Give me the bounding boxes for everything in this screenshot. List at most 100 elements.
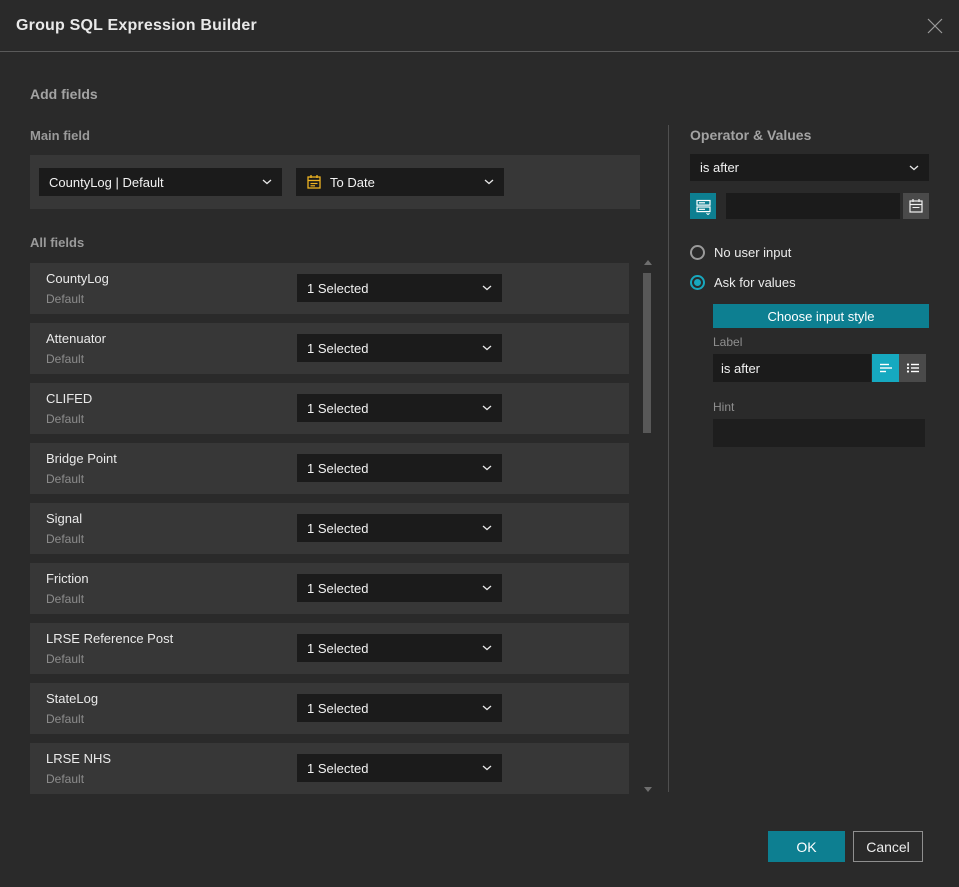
field-name: Signal xyxy=(46,511,83,526)
label-input[interactable] xyxy=(713,354,871,382)
list-input-style-button[interactable] xyxy=(899,354,926,382)
main-field-panel: CountyLog | Default To Date xyxy=(30,155,640,209)
field-selected-dropdown[interactable]: 1 Selected xyxy=(297,274,502,302)
field-type: Default xyxy=(46,292,85,306)
field-selected-value: 1 Selected xyxy=(307,280,369,296)
hint-heading: Hint xyxy=(713,400,735,414)
operator-dropdown[interactable]: is after xyxy=(690,154,929,181)
field-selected-value: 1 Selected xyxy=(307,640,369,656)
field-name: Bridge Point xyxy=(46,451,117,466)
field-selected-value: 1 Selected xyxy=(307,760,369,776)
chevron-down-icon xyxy=(482,405,492,411)
field-type: Default xyxy=(46,412,85,426)
field-selected-value: 1 Selected xyxy=(307,460,369,476)
calendar-icon xyxy=(306,174,322,190)
scroll-down-arrow-icon[interactable] xyxy=(644,787,652,792)
field-name: StateLog xyxy=(46,691,99,706)
radio-selected-icon[interactable] xyxy=(690,275,705,290)
field-row: Bridge Point Default 1 Selected xyxy=(30,443,629,494)
radio-unselected-icon[interactable] xyxy=(690,245,705,260)
field-row: Signal Default 1 Selected xyxy=(30,503,629,554)
value-entry-row xyxy=(690,193,929,219)
field-name: LRSE NHS xyxy=(46,751,112,766)
radio-ask-for-values[interactable]: Ask for values xyxy=(690,275,796,290)
chevron-down-icon xyxy=(482,585,492,591)
field-type: Default xyxy=(46,652,85,666)
hint-input[interactable] xyxy=(713,419,925,447)
field-name: Friction xyxy=(46,571,89,586)
cancel-button[interactable]: Cancel xyxy=(853,831,923,862)
dialog-title: Group SQL Expression Builder xyxy=(16,17,257,34)
chevron-down-icon xyxy=(484,179,494,185)
chevron-down-icon xyxy=(262,179,272,185)
field-selected-dropdown[interactable]: 1 Selected xyxy=(297,454,502,482)
field-row: CLIFED Default 1 Selected xyxy=(30,383,629,434)
date-picker-button[interactable] xyxy=(903,193,929,219)
field-type: Default xyxy=(46,772,85,786)
field-type: Default xyxy=(46,592,85,606)
scrollbar-thumb[interactable] xyxy=(643,273,651,433)
single-input-icon xyxy=(879,363,892,373)
title-bar: Group SQL Expression Builder xyxy=(0,0,959,52)
scroll-up-arrow-icon[interactable] xyxy=(644,260,652,265)
field-name: LRSE Reference Post xyxy=(46,631,174,646)
close-icon xyxy=(927,18,943,34)
main-field-dropdown[interactable]: CountyLog | Default xyxy=(39,168,282,196)
operator-dropdown-value: is after xyxy=(700,160,740,175)
value-list-button[interactable] xyxy=(690,193,716,219)
field-selected-value: 1 Selected xyxy=(307,580,369,596)
label-heading: Label xyxy=(713,335,743,349)
single-input-style-button[interactable] xyxy=(872,354,899,382)
field-row: LRSE Reference Post Default 1 Selected xyxy=(30,623,629,674)
field-row: Friction Default 1 Selected xyxy=(30,563,629,614)
chevron-down-icon xyxy=(482,705,492,711)
list-input-icon xyxy=(906,363,919,373)
field-selected-dropdown[interactable]: 1 Selected xyxy=(297,394,502,422)
ok-button[interactable]: OK xyxy=(768,831,845,862)
field-type: Default xyxy=(46,472,85,486)
field-type: Default xyxy=(46,712,85,726)
field-row: StateLog Default 1 Selected xyxy=(30,683,629,734)
chevron-down-icon xyxy=(909,165,919,170)
group-sql-expression-builder-dialog: Group SQL Expression Builder Add fields … xyxy=(0,0,959,887)
chevron-down-icon xyxy=(482,285,492,291)
operator-values-heading: Operator & Values xyxy=(690,127,812,143)
field-row: Attenuator Default 1 Selected xyxy=(30,323,629,374)
field-selected-value: 1 Selected xyxy=(307,400,369,416)
chevron-down-icon xyxy=(482,525,492,531)
values-stack-icon xyxy=(695,199,711,215)
field-selected-dropdown[interactable]: 1 Selected xyxy=(297,694,502,722)
chevron-down-icon xyxy=(482,765,492,771)
date-field-dropdown-value: To Date xyxy=(330,174,375,190)
list-scrollbar[interactable] xyxy=(641,256,653,796)
field-name: CountyLog xyxy=(46,271,109,286)
radio-no-user-input[interactable]: No user input xyxy=(690,245,791,260)
field-selected-dropdown[interactable]: 1 Selected xyxy=(297,574,502,602)
chevron-down-icon xyxy=(482,645,492,651)
main-field-heading: Main field xyxy=(30,128,90,143)
panel-divider xyxy=(668,125,669,792)
no-user-input-label: No user input xyxy=(714,245,792,260)
field-selected-value: 1 Selected xyxy=(307,340,369,356)
field-selected-dropdown[interactable]: 1 Selected xyxy=(297,754,502,782)
add-fields-heading: Add fields xyxy=(30,86,98,102)
field-row: CountyLog Default 1 Selected xyxy=(30,263,629,314)
date-field-dropdown[interactable]: To Date xyxy=(296,168,504,196)
field-selected-dropdown[interactable]: 1 Selected xyxy=(297,334,502,362)
ask-for-values-label: Ask for values xyxy=(714,275,796,290)
field-selected-value: 1 Selected xyxy=(307,700,369,716)
chevron-down-icon xyxy=(482,465,492,471)
value-input[interactable] xyxy=(726,193,900,219)
field-selected-value: 1 Selected xyxy=(307,520,369,536)
all-fields-list: CountyLog Default 1 Selected Attenuator … xyxy=(30,263,629,794)
choose-input-style-button[interactable]: Choose input style xyxy=(713,304,929,328)
field-type: Default xyxy=(46,532,85,546)
field-row: LRSE NHS Default 1 Selected xyxy=(30,743,629,794)
close-button[interactable] xyxy=(923,14,947,38)
field-name: Attenuator xyxy=(46,331,106,346)
calendar-icon xyxy=(909,199,923,213)
field-name: CLIFED xyxy=(46,391,93,406)
field-selected-dropdown[interactable]: 1 Selected xyxy=(297,514,502,542)
field-type: Default xyxy=(46,352,85,366)
field-selected-dropdown[interactable]: 1 Selected xyxy=(297,634,502,662)
